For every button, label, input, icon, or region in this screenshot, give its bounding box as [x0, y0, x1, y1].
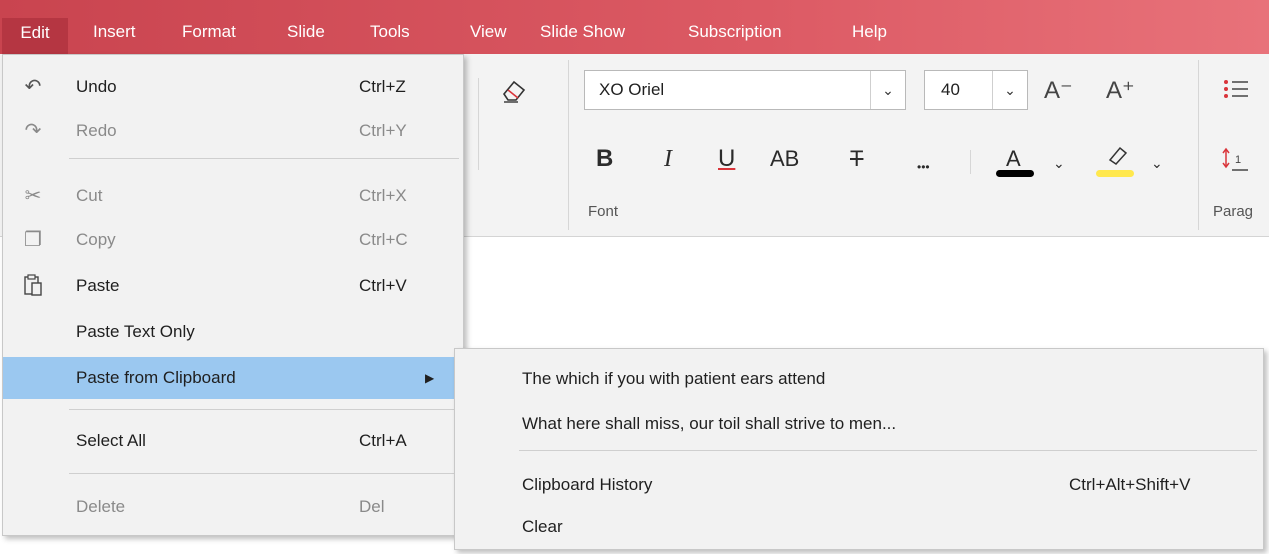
- menu-edit[interactable]: Edit: [2, 18, 68, 54]
- redo-icon: ↷: [24, 120, 42, 142]
- menu-item-shortcut: Del: [359, 497, 385, 516]
- clipboard-item[interactable]: What here shall miss, our toil shall str…: [455, 402, 1263, 446]
- font-color-bar: [996, 170, 1034, 177]
- menu-item-label: Redo: [76, 121, 117, 140]
- menu-item-shortcut: Ctrl+V: [359, 276, 407, 295]
- highlight-color-bar: [1096, 170, 1134, 177]
- divider: [478, 78, 479, 170]
- menu-subscription[interactable]: Subscription: [688, 18, 782, 46]
- group-label-paragraph: Parag: [1213, 203, 1254, 220]
- font-name-value: XO Oriel: [599, 80, 665, 99]
- cut-icon: ✂: [24, 185, 42, 207]
- menu-item-clipboard-history[interactable]: Clipboard History Ctrl+Alt+Shift+V: [455, 463, 1263, 507]
- shrink-font-icon[interactable]: A⁻: [1044, 78, 1073, 104]
- more-icon[interactable]: •••: [917, 152, 930, 182]
- menu-view[interactable]: View: [470, 18, 507, 46]
- menu-item-label: Undo: [76, 77, 117, 96]
- clipboard-item-label: What here shall miss, our toil shall str…: [522, 414, 897, 433]
- menu-separator: [69, 473, 459, 474]
- menu-item-undo[interactable]: ↶ Undo Ctrl+Z: [3, 67, 463, 107]
- clipboard-item-label: The which if you with patient ears atten…: [522, 369, 826, 388]
- undo-icon: ↶: [24, 76, 42, 98]
- menu-item-label: Paste Text Only: [76, 322, 195, 341]
- menu-item-paste-text-only[interactable]: Paste Text Only: [3, 312, 463, 352]
- menu-item-shortcut: Ctrl+Alt+Shift+V: [1069, 475, 1191, 494]
- menu-item-shortcut: Ctrl+C: [359, 230, 408, 249]
- italic-icon[interactable]: I: [664, 144, 672, 174]
- font-size-value: 40: [941, 80, 960, 99]
- edit-menu: ↶ Undo Ctrl+Z ↷ Redo Ctrl+Y ✂ Cut Ctrl+X…: [2, 54, 464, 536]
- group-label-font: Font: [588, 203, 619, 220]
- menu-format[interactable]: Format: [182, 18, 236, 46]
- grow-font-icon[interactable]: A⁺: [1106, 78, 1135, 104]
- menu-separator: [69, 409, 459, 410]
- menu-separator: [519, 450, 1257, 451]
- menu-item-label: Paste: [76, 276, 120, 295]
- menu-item-shortcut: Ctrl+Z: [359, 77, 406, 96]
- menu-item-select-all[interactable]: Select All Ctrl+A: [3, 421, 463, 461]
- menu-item-shortcut: Ctrl+A: [359, 431, 407, 450]
- clipboard-item[interactable]: The which if you with patient ears atten…: [455, 357, 1263, 401]
- menu-item-label: Clear: [522, 517, 563, 536]
- menu-bar: Edit Insert Format Slide Tools View Slid…: [0, 0, 1269, 54]
- copy-icon: ❐: [24, 229, 42, 251]
- menu-item-label: Copy: [76, 230, 116, 249]
- menu-item-label: Delete: [76, 497, 126, 516]
- chevron-down-icon[interactable]: ⌄: [1151, 148, 1163, 178]
- menu-slide-show[interactable]: Slide Show: [540, 18, 625, 46]
- svg-text:1: 1: [1235, 154, 1241, 166]
- menu-item-redo[interactable]: ↷ Redo Ctrl+Y: [3, 111, 463, 151]
- menu-tools[interactable]: Tools: [370, 18, 410, 46]
- divider: [970, 150, 971, 174]
- menu-item-label: Clipboard History: [522, 475, 653, 494]
- chevron-down-icon[interactable]: ⌄: [1053, 148, 1065, 178]
- divider: [1198, 60, 1199, 230]
- menu-help[interactable]: Help: [852, 18, 887, 46]
- menu-item-shortcut: Ctrl+X: [359, 186, 407, 205]
- chevron-down-icon[interactable]: ⌄: [870, 71, 905, 109]
- font-size-select[interactable]: 40 ⌄: [924, 70, 1028, 110]
- font-name-select[interactable]: XO Oriel ⌄: [584, 70, 906, 110]
- bullet-list-icon[interactable]: [1222, 76, 1248, 108]
- menu-item-paste-from-clipboard[interactable]: Paste from Clipboard ▶: [3, 357, 463, 399]
- eraser-icon[interactable]: [500, 76, 528, 110]
- line-spacing-icon[interactable]: 1: [1222, 146, 1248, 178]
- divider: [568, 60, 569, 230]
- menu-item-paste[interactable]: Paste Ctrl+V: [3, 266, 463, 306]
- menu-item-shortcut: Ctrl+Y: [359, 121, 407, 140]
- bold-icon[interactable]: B: [596, 144, 613, 174]
- menu-item-delete[interactable]: Delete Del: [3, 487, 463, 527]
- menu-item-copy[interactable]: ❐ Copy Ctrl+C: [3, 220, 463, 260]
- menu-insert[interactable]: Insert: [93, 18, 136, 46]
- all-caps-icon[interactable]: AB: [770, 144, 799, 174]
- paste-icon: [21, 274, 45, 298]
- submenu-arrow-icon: ▶: [425, 371, 435, 385]
- menu-slide[interactable]: Slide: [287, 18, 325, 46]
- menu-item-label: Cut: [76, 186, 103, 205]
- underline-icon[interactable]: U: [718, 144, 735, 174]
- highlight-icon[interactable]: [1104, 144, 1130, 172]
- menu-separator: [69, 158, 459, 159]
- chevron-down-icon[interactable]: ⌄: [992, 71, 1027, 109]
- menu-item-clear[interactable]: Clear: [455, 505, 1263, 549]
- menu-item-cut[interactable]: ✂ Cut Ctrl+X: [3, 176, 463, 216]
- clipboard-submenu: The which if you with patient ears atten…: [454, 348, 1264, 550]
- menu-item-label: Select All: [76, 431, 146, 450]
- strikethrough-icon[interactable]: T: [850, 144, 863, 174]
- menu-item-label: Paste from Clipboard: [76, 368, 236, 387]
